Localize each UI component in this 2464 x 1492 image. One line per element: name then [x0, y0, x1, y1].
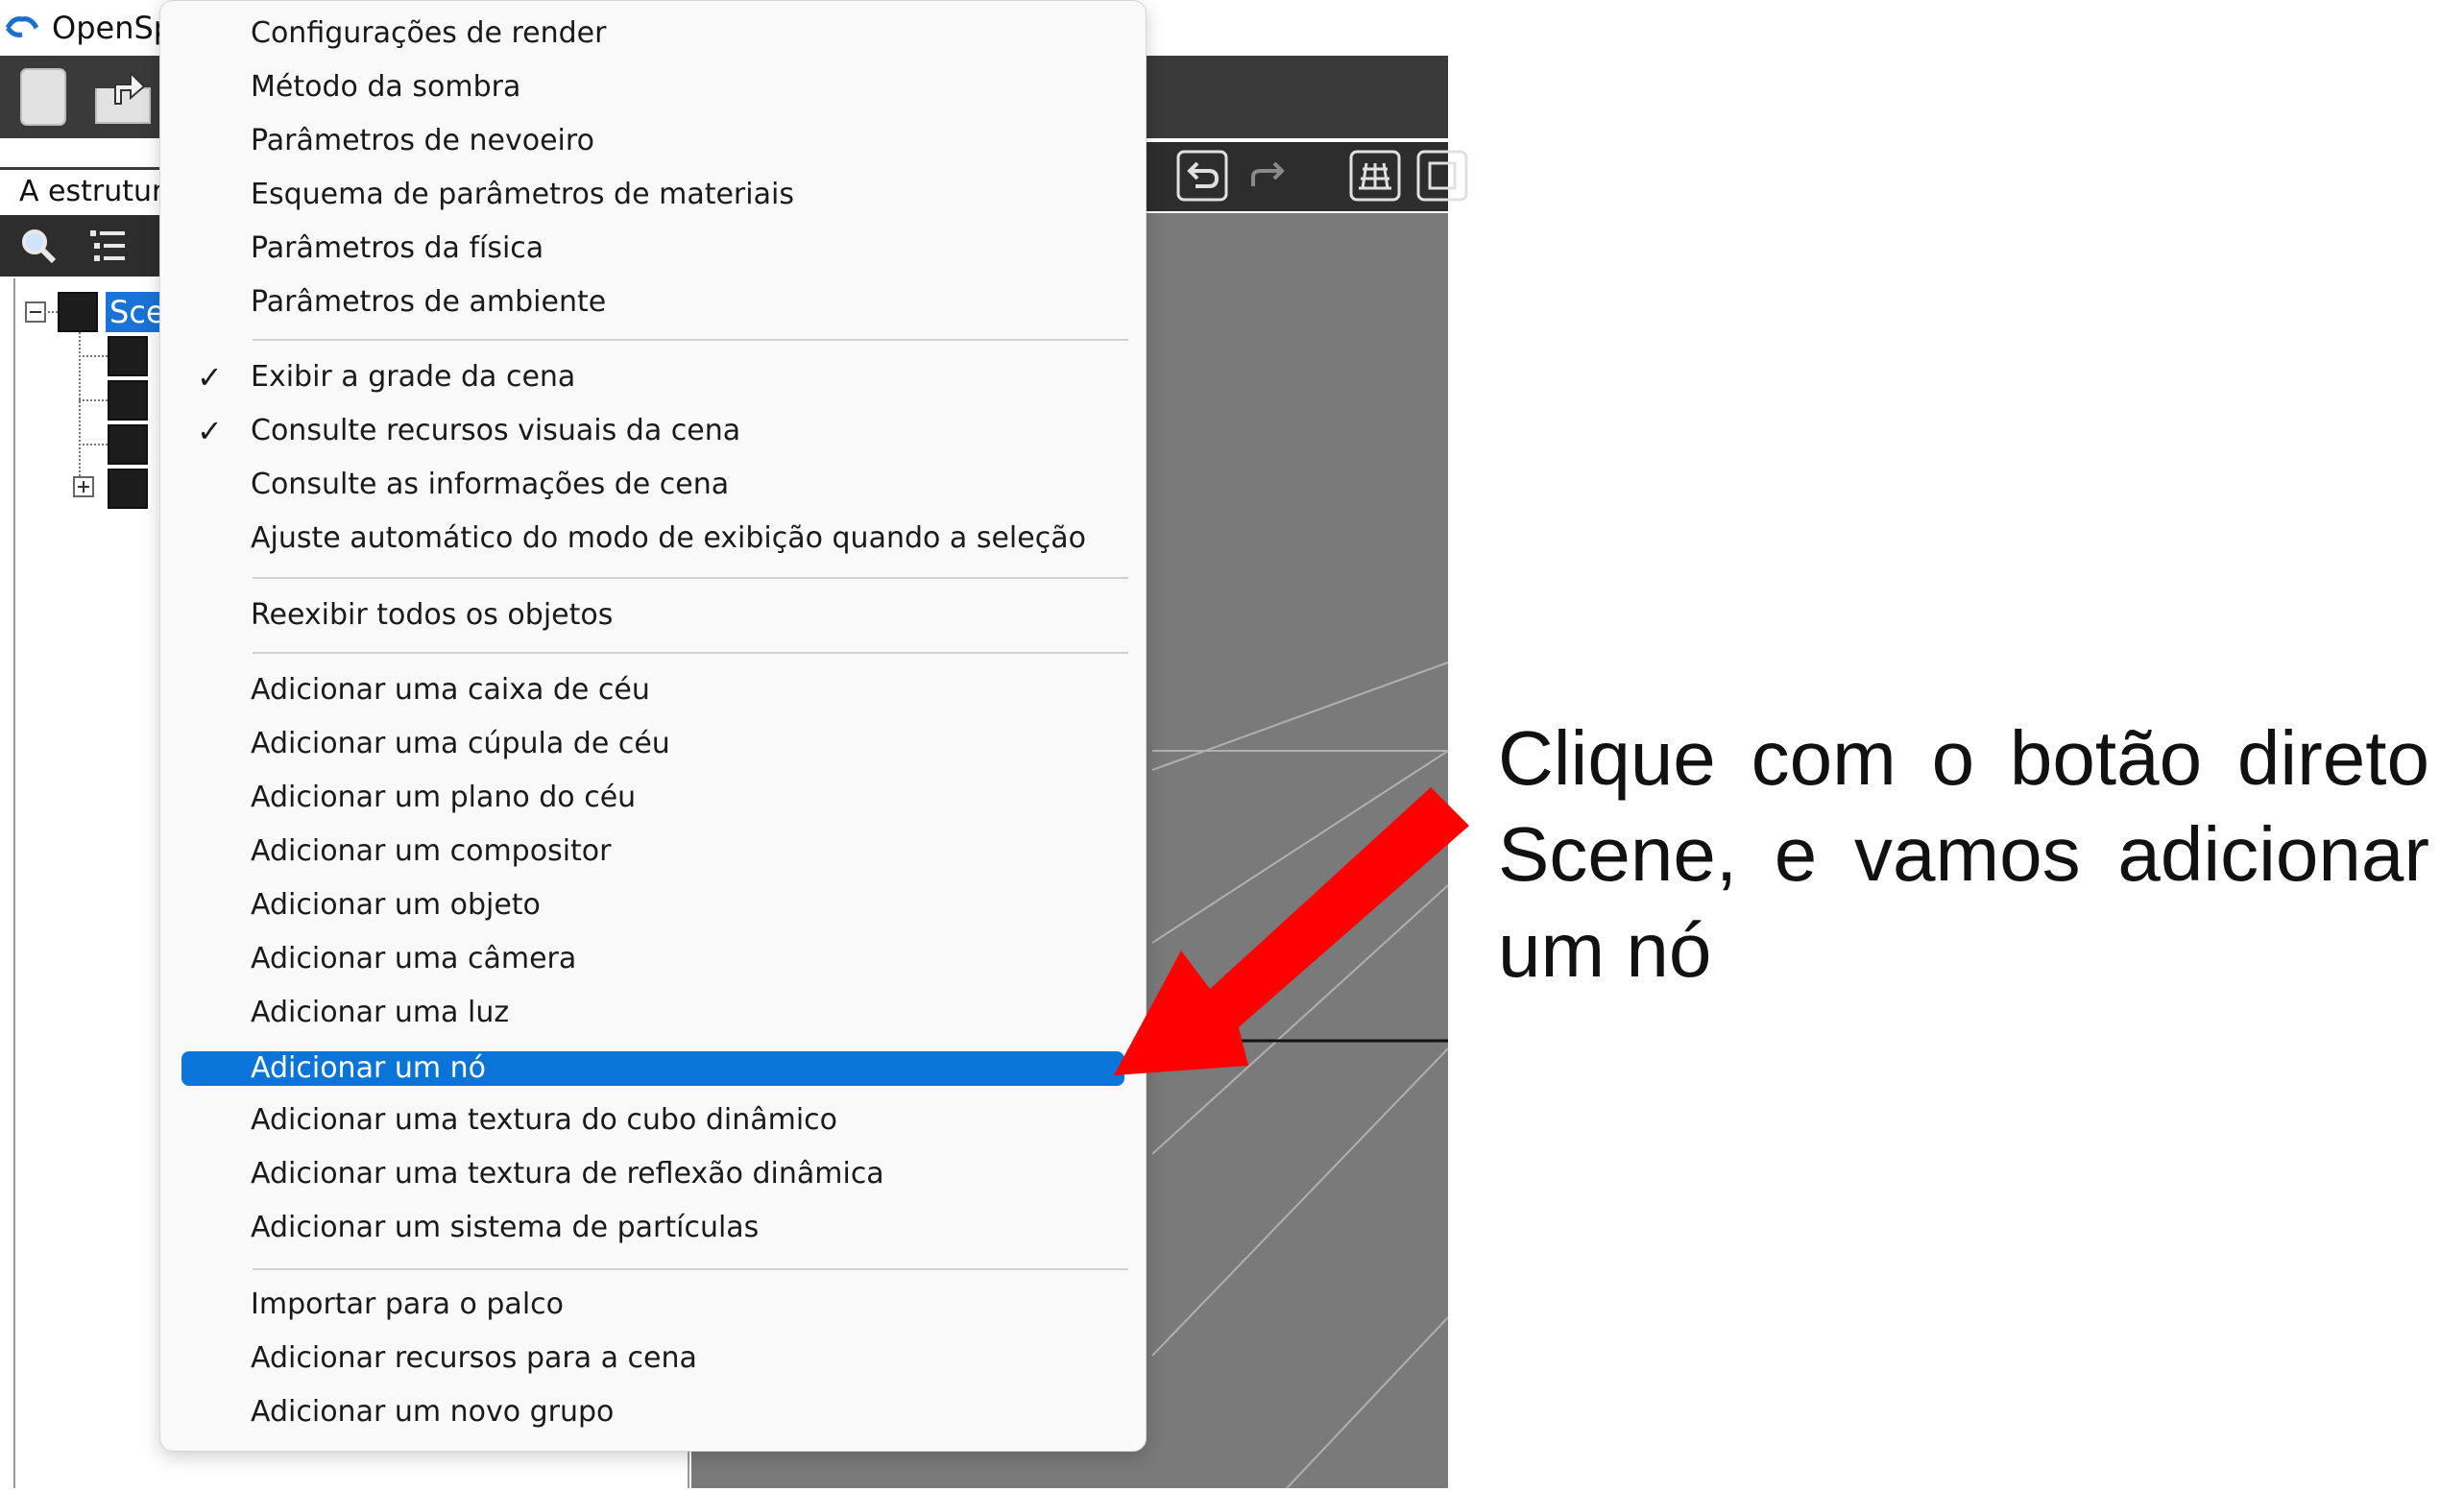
- menu-item-add-skydome[interactable]: Adicionar uma cúpula de céu: [181, 725, 1124, 763]
- menu-item-label: Adicionar um sistema de partículas: [251, 1211, 760, 1244]
- menu-item-add-particle-system[interactable]: Adicionar um sistema de partículas: [181, 1209, 1124, 1247]
- new-document-icon[interactable]: [13, 65, 75, 129]
- grid-node-icon[interactable]: [108, 469, 148, 509]
- open-folder-icon[interactable]: [92, 65, 154, 129]
- checkmark-icon: ✓: [197, 413, 223, 449]
- menu-item-add-compositor[interactable]: Adicionar um compositor: [181, 832, 1124, 871]
- menu-separator: [253, 577, 1128, 579]
- menu-item-physics-params[interactable]: Parâmetros da física: [181, 229, 1124, 268]
- menu-item-fog-params[interactable]: Parâmetros de nevoeiro: [181, 122, 1124, 160]
- menu-item-add-dynamic-reflection-texture[interactable]: Adicionar uma textura de reflexão dinâmi…: [181, 1155, 1124, 1193]
- menu-item-label: Adicionar uma luz: [251, 996, 510, 1029]
- menu-item-label: Esquema de parâmetros de materiais: [251, 178, 794, 211]
- light-icon[interactable]: [108, 424, 148, 465]
- menu-item-label: Adicionar um novo grupo: [251, 1395, 615, 1429]
- menu-item-label: Método da sombra: [251, 70, 521, 104]
- menu-item-add-skybox[interactable]: Adicionar uma caixa de céu: [181, 671, 1124, 710]
- search-icon[interactable]: [19, 227, 58, 265]
- menu-item-label: Adicionar uma textura de reflexão dinâmi…: [251, 1157, 884, 1191]
- menu-item-add-object[interactable]: Adicionar um objeto: [181, 886, 1124, 925]
- menu-item-label: Adicionar uma caixa de céu: [251, 673, 650, 707]
- menu-item-scene-info[interactable]: Consulte as informações de cena: [181, 466, 1124, 504]
- grid-icon[interactable]: [1349, 150, 1401, 202]
- menu-item-label: Adicionar um objeto: [251, 888, 541, 922]
- menu-item-unhide-all[interactable]: Reexibir todos os objetos: [181, 596, 1124, 635]
- list-icon[interactable]: [88, 227, 127, 265]
- tree-line: [44, 311, 58, 313]
- camera-icon[interactable]: [108, 380, 148, 421]
- menu-item-render-settings[interactable]: Configurações de render: [181, 14, 1124, 53]
- menu-item-import-stage[interactable]: Importar para o palco: [181, 1286, 1124, 1324]
- app-title: OpenSp: [52, 10, 174, 46]
- menu-item-label: Configurações de render: [251, 16, 607, 50]
- opensp-logo-icon: [5, 16, 39, 37]
- menu-item-add-skyplane[interactable]: Adicionar um plano do céu: [181, 779, 1124, 817]
- menu-item-label: Ajuste automático do modo de exibição qu…: [251, 521, 1086, 555]
- menu-item-visual-resources[interactable]: ✓ Consulte recursos visuais da cena: [181, 412, 1124, 450]
- expand-icon[interactable]: [73, 476, 94, 497]
- menu-item-label: Parâmetros de ambiente: [251, 285, 607, 319]
- menu-item-label: Adicionar um compositor: [251, 834, 612, 868]
- collapse-icon[interactable]: [25, 301, 46, 323]
- menu-item-label: Parâmetros da física: [251, 231, 544, 265]
- menu-item-add-light[interactable]: Adicionar uma luz: [181, 994, 1124, 1032]
- frame-icon[interactable]: [1416, 150, 1468, 202]
- menu-item-label: Exibir a grade da cena: [251, 360, 576, 394]
- menu-item-shadow-method[interactable]: Método da sombra: [181, 68, 1124, 107]
- undo-icon[interactable]: [1176, 150, 1228, 202]
- menu-item-add-scene-resources[interactable]: Adicionar recursos para a cena: [181, 1339, 1124, 1378]
- menu-item-label: Reexibir todos os objetos: [251, 598, 614, 632]
- menu-item-label: Adicionar recursos para a cena: [251, 1341, 697, 1375]
- menu-item-auto-adjust-view[interactable]: Ajuste automático do modo de exibição qu…: [181, 519, 1124, 558]
- scene-node-icon: [58, 292, 98, 332]
- menu-item-label: Adicionar uma câmera: [251, 942, 577, 975]
- scene-settings-icon[interactable]: [108, 336, 148, 376]
- menu-item-label: Adicionar um nó: [251, 1051, 486, 1085]
- menu-item-label: Importar para o palco: [251, 1287, 565, 1321]
- menu-item-add-dynamic-cube-texture[interactable]: Adicionar uma textura do cubo dinâmico: [181, 1101, 1124, 1140]
- viewport-toolbar: [1138, 142, 1468, 211]
- menu-item-label: Consulte recursos visuais da cena: [251, 414, 741, 447]
- tree-line: [79, 355, 108, 357]
- checkmark-icon: ✓: [197, 359, 223, 396]
- menu-item-label: Adicionar uma textura do cubo dinâmico: [251, 1103, 838, 1137]
- red-arrow-icon: [1114, 787, 1469, 1075]
- annotation-text: Clique com o botão direto Scene, e vamos…: [1498, 715, 2429, 993]
- tree-line: [79, 399, 108, 401]
- context-menu: Configurações de render Método da sombra…: [159, 0, 1147, 1452]
- menu-item-label: Parâmetros de nevoeiro: [251, 124, 594, 157]
- redo-icon[interactable]: [1244, 150, 1295, 202]
- menu-item-add-camera[interactable]: Adicionar uma câmera: [181, 940, 1124, 978]
- menu-item-label: Adicionar um plano do céu: [251, 781, 637, 814]
- menu-item-environment-params[interactable]: Parâmetros de ambiente: [181, 283, 1124, 322]
- menu-item-add-node[interactable]: Adicionar um nó: [181, 1051, 1124, 1086]
- menu-item-label: Consulte as informações de cena: [251, 468, 730, 501]
- menu-item-add-new-group[interactable]: Adicionar um novo grupo: [181, 1393, 1124, 1432]
- tree-line: [79, 444, 108, 445]
- menu-item-label: Adicionar uma cúpula de céu: [251, 727, 670, 760]
- menu-separator: [253, 339, 1128, 341]
- menu-separator: [253, 652, 1128, 654]
- menu-item-show-grid[interactable]: ✓ Exibir a grade da cena: [181, 358, 1124, 397]
- menu-separator: [253, 1268, 1128, 1270]
- menu-item-material-scheme[interactable]: Esquema de parâmetros de materiais: [181, 176, 1124, 214]
